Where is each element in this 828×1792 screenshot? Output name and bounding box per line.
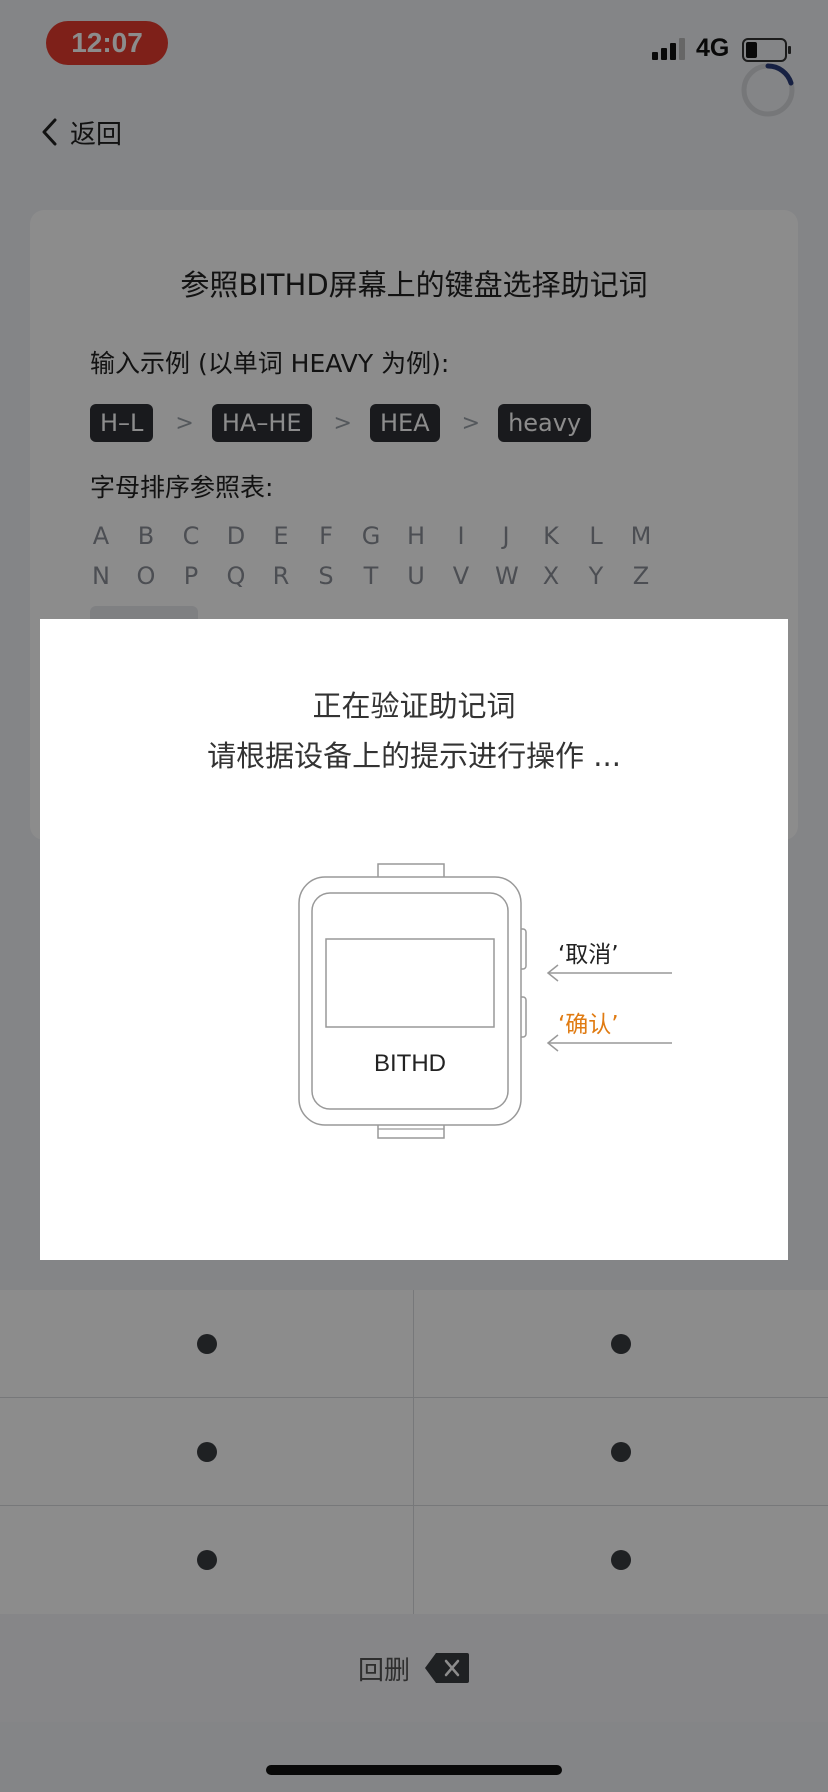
verify-modal: 正在验证助记词 请根据设备上的提示进行操作 ... BITHD ‘取消’ ‘确认… bbox=[40, 619, 788, 1260]
modal-title: 正在验证助记词 请根据设备上的提示进行操作 ... bbox=[40, 681, 788, 781]
modal-subtitle-line: 请根据设备上的提示进行操作 ... bbox=[207, 739, 621, 773]
confirm-hint: ‘确认’ bbox=[558, 1012, 619, 1038]
modal-title-line: 正在验证助记词 bbox=[312, 689, 516, 723]
cancel-hint: ‘取消’ bbox=[558, 942, 619, 968]
bithd-device-illustration: BITHD bbox=[298, 863, 672, 1139]
device-brand-label: BITHD bbox=[374, 1050, 446, 1077]
